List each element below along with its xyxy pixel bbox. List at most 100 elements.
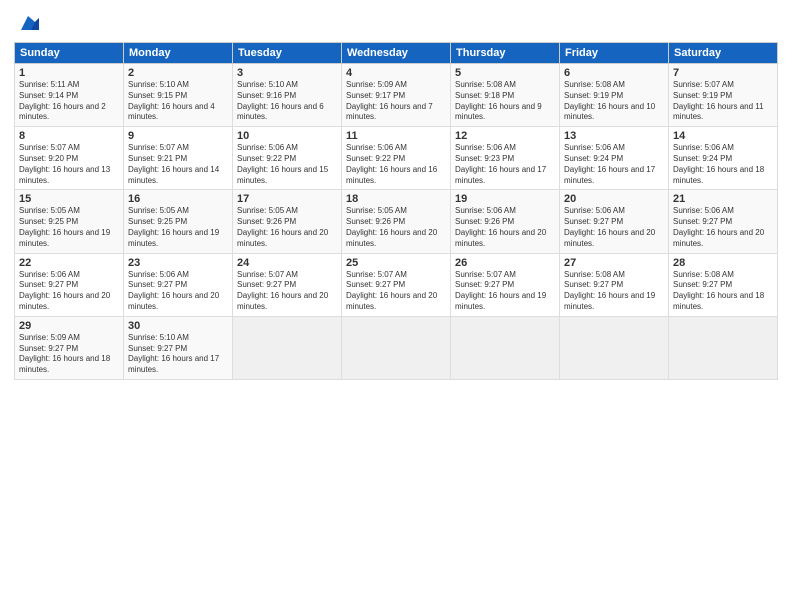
day-number: 24 — [237, 257, 337, 269]
calendar-table: Sunday Monday Tuesday Wednesday Thursday… — [14, 42, 778, 380]
calendar-week-row: 29 Sunrise: 5:09 AM Sunset: 9:27 PM Dayl… — [15, 316, 778, 379]
day-number: 6 — [564, 67, 664, 79]
table-row: 15 Sunrise: 5:05 AM Sunset: 9:25 PM Dayl… — [15, 190, 124, 253]
table-row: 2 Sunrise: 5:10 AM Sunset: 9:15 PM Dayli… — [124, 64, 233, 127]
day-info: Sunrise: 5:05 AM Sunset: 9:26 PM Dayligh… — [346, 206, 446, 249]
table-row: 10 Sunrise: 5:06 AM Sunset: 9:22 PM Dayl… — [233, 127, 342, 190]
day-info: Sunrise: 5:08 AM Sunset: 9:18 PM Dayligh… — [455, 80, 555, 123]
day-number: 26 — [455, 257, 555, 269]
day-number: 4 — [346, 67, 446, 79]
logo — [14, 12, 39, 34]
table-row: 4 Sunrise: 5:09 AM Sunset: 9:17 PM Dayli… — [342, 64, 451, 127]
day-number: 7 — [673, 67, 773, 79]
day-info: Sunrise: 5:07 AM Sunset: 9:20 PM Dayligh… — [19, 143, 119, 186]
day-info: Sunrise: 5:06 AM Sunset: 9:27 PM Dayligh… — [128, 270, 228, 313]
table-row: 12 Sunrise: 5:06 AM Sunset: 9:23 PM Dayl… — [451, 127, 560, 190]
table-row: 21 Sunrise: 5:06 AM Sunset: 9:27 PM Dayl… — [669, 190, 778, 253]
day-info: Sunrise: 5:08 AM Sunset: 9:27 PM Dayligh… — [564, 270, 664, 313]
table-row — [342, 316, 451, 379]
table-row: 23 Sunrise: 5:06 AM Sunset: 9:27 PM Dayl… — [124, 253, 233, 316]
weekday-header-row: Sunday Monday Tuesday Wednesday Thursday… — [15, 43, 778, 64]
day-info: Sunrise: 5:06 AM Sunset: 9:22 PM Dayligh… — [346, 143, 446, 186]
day-info: Sunrise: 5:07 AM Sunset: 9:19 PM Dayligh… — [673, 80, 773, 123]
day-number: 30 — [128, 320, 228, 332]
day-number: 27 — [564, 257, 664, 269]
day-info: Sunrise: 5:06 AM Sunset: 9:22 PM Dayligh… — [237, 143, 337, 186]
day-info: Sunrise: 5:05 AM Sunset: 9:25 PM Dayligh… — [128, 206, 228, 249]
day-info: Sunrise: 5:11 AM Sunset: 9:14 PM Dayligh… — [19, 80, 119, 123]
table-row: 18 Sunrise: 5:05 AM Sunset: 9:26 PM Dayl… — [342, 190, 451, 253]
day-number: 17 — [237, 193, 337, 205]
day-number: 19 — [455, 193, 555, 205]
table-row: 22 Sunrise: 5:06 AM Sunset: 9:27 PM Dayl… — [15, 253, 124, 316]
header — [14, 12, 778, 34]
table-row: 24 Sunrise: 5:07 AM Sunset: 9:27 PM Dayl… — [233, 253, 342, 316]
table-row: 6 Sunrise: 5:08 AM Sunset: 9:19 PM Dayli… — [560, 64, 669, 127]
day-number: 23 — [128, 257, 228, 269]
day-number: 25 — [346, 257, 446, 269]
day-number: 5 — [455, 67, 555, 79]
header-saturday: Saturday — [669, 43, 778, 64]
header-friday: Friday — [560, 43, 669, 64]
day-number: 20 — [564, 193, 664, 205]
day-info: Sunrise: 5:05 AM Sunset: 9:26 PM Dayligh… — [237, 206, 337, 249]
header-wednesday: Wednesday — [342, 43, 451, 64]
day-number: 11 — [346, 130, 446, 142]
day-info: Sunrise: 5:06 AM Sunset: 9:26 PM Dayligh… — [455, 206, 555, 249]
day-info: Sunrise: 5:10 AM Sunset: 9:15 PM Dayligh… — [128, 80, 228, 123]
table-row: 13 Sunrise: 5:06 AM Sunset: 9:24 PM Dayl… — [560, 127, 669, 190]
table-row: 19 Sunrise: 5:06 AM Sunset: 9:26 PM Dayl… — [451, 190, 560, 253]
day-info: Sunrise: 5:06 AM Sunset: 9:24 PM Dayligh… — [673, 143, 773, 186]
day-number: 15 — [19, 193, 119, 205]
day-number: 9 — [128, 130, 228, 142]
header-tuesday: Tuesday — [233, 43, 342, 64]
day-number: 29 — [19, 320, 119, 332]
day-info: Sunrise: 5:06 AM Sunset: 9:23 PM Dayligh… — [455, 143, 555, 186]
day-number: 22 — [19, 257, 119, 269]
day-info: Sunrise: 5:10 AM Sunset: 9:16 PM Dayligh… — [237, 80, 337, 123]
day-info: Sunrise: 5:10 AM Sunset: 9:27 PM Dayligh… — [128, 333, 228, 376]
day-number: 18 — [346, 193, 446, 205]
table-row: 25 Sunrise: 5:07 AM Sunset: 9:27 PM Dayl… — [342, 253, 451, 316]
day-number: 3 — [237, 67, 337, 79]
calendar-week-row: 22 Sunrise: 5:06 AM Sunset: 9:27 PM Dayl… — [15, 253, 778, 316]
table-row: 27 Sunrise: 5:08 AM Sunset: 9:27 PM Dayl… — [560, 253, 669, 316]
day-number: 14 — [673, 130, 773, 142]
day-info: Sunrise: 5:07 AM Sunset: 9:27 PM Dayligh… — [455, 270, 555, 313]
day-number: 2 — [128, 67, 228, 79]
day-info: Sunrise: 5:08 AM Sunset: 9:27 PM Dayligh… — [673, 270, 773, 313]
table-row: 5 Sunrise: 5:08 AM Sunset: 9:18 PM Dayli… — [451, 64, 560, 127]
day-info: Sunrise: 5:09 AM Sunset: 9:17 PM Dayligh… — [346, 80, 446, 123]
day-info: Sunrise: 5:06 AM Sunset: 9:27 PM Dayligh… — [19, 270, 119, 313]
table-row: 29 Sunrise: 5:09 AM Sunset: 9:27 PM Dayl… — [15, 316, 124, 379]
table-row: 16 Sunrise: 5:05 AM Sunset: 9:25 PM Dayl… — [124, 190, 233, 253]
table-row: 30 Sunrise: 5:10 AM Sunset: 9:27 PM Dayl… — [124, 316, 233, 379]
day-number: 1 — [19, 67, 119, 79]
table-row: 26 Sunrise: 5:07 AM Sunset: 9:27 PM Dayl… — [451, 253, 560, 316]
day-number: 16 — [128, 193, 228, 205]
table-row: 11 Sunrise: 5:06 AM Sunset: 9:22 PM Dayl… — [342, 127, 451, 190]
table-row: 28 Sunrise: 5:08 AM Sunset: 9:27 PM Dayl… — [669, 253, 778, 316]
calendar-week-row: 1 Sunrise: 5:11 AM Sunset: 9:14 PM Dayli… — [15, 64, 778, 127]
table-row — [560, 316, 669, 379]
day-info: Sunrise: 5:05 AM Sunset: 9:25 PM Dayligh… — [19, 206, 119, 249]
day-info: Sunrise: 5:07 AM Sunset: 9:27 PM Dayligh… — [237, 270, 337, 313]
day-info: Sunrise: 5:07 AM Sunset: 9:21 PM Dayligh… — [128, 143, 228, 186]
calendar-week-row: 8 Sunrise: 5:07 AM Sunset: 9:20 PM Dayli… — [15, 127, 778, 190]
table-row: 9 Sunrise: 5:07 AM Sunset: 9:21 PM Dayli… — [124, 127, 233, 190]
table-row: 20 Sunrise: 5:06 AM Sunset: 9:27 PM Dayl… — [560, 190, 669, 253]
logo-icon — [17, 12, 39, 34]
day-number: 28 — [673, 257, 773, 269]
day-info: Sunrise: 5:07 AM Sunset: 9:27 PM Dayligh… — [346, 270, 446, 313]
day-number: 13 — [564, 130, 664, 142]
table-row: 8 Sunrise: 5:07 AM Sunset: 9:20 PM Dayli… — [15, 127, 124, 190]
day-info: Sunrise: 5:08 AM Sunset: 9:19 PM Dayligh… — [564, 80, 664, 123]
table-row: 3 Sunrise: 5:10 AM Sunset: 9:16 PM Dayli… — [233, 64, 342, 127]
header-sunday: Sunday — [15, 43, 124, 64]
table-row — [451, 316, 560, 379]
header-monday: Monday — [124, 43, 233, 64]
table-row: 1 Sunrise: 5:11 AM Sunset: 9:14 PM Dayli… — [15, 64, 124, 127]
day-info: Sunrise: 5:06 AM Sunset: 9:27 PM Dayligh… — [564, 206, 664, 249]
day-number: 12 — [455, 130, 555, 142]
page: Sunday Monday Tuesday Wednesday Thursday… — [0, 0, 792, 612]
